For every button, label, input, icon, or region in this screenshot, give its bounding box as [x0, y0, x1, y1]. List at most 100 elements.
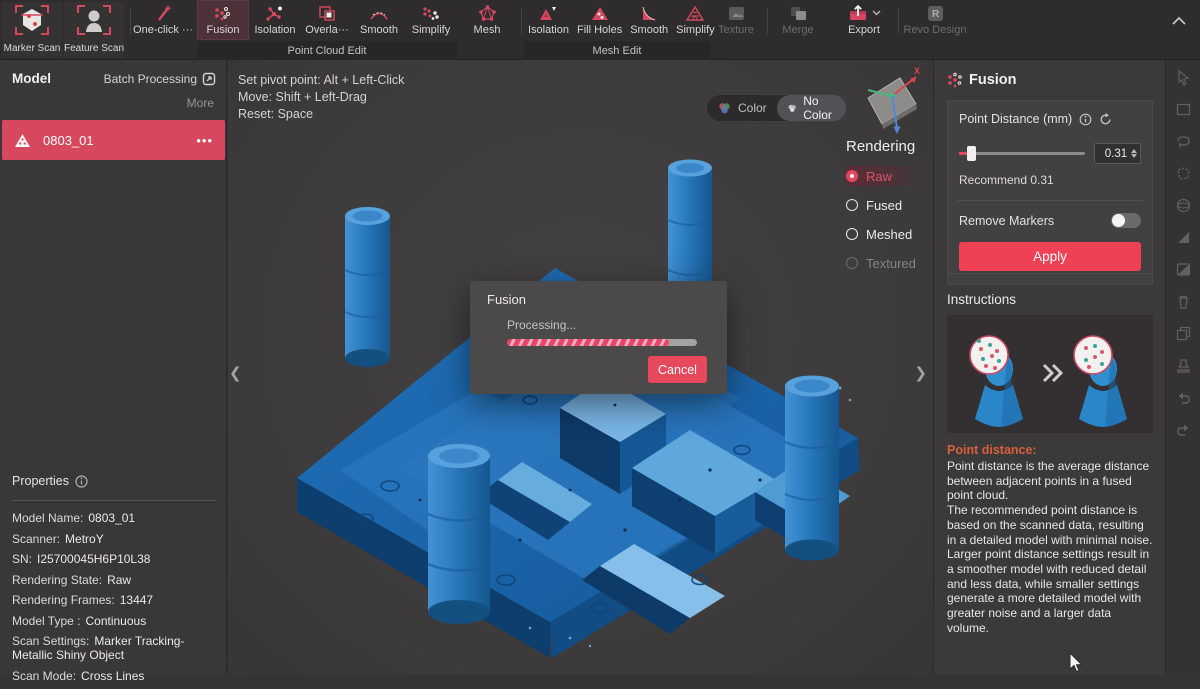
- rendering-option-fused[interactable]: Fused: [846, 195, 932, 215]
- mesh-isolation-button[interactable]: Isolation: [524, 0, 573, 40]
- fusion-panel-title: Fusion: [969, 72, 1017, 88]
- point-cloud-edit-caption: Point Cloud Edit: [197, 41, 457, 60]
- no-color-option[interactable]: No Color: [777, 95, 847, 121]
- fusion-progress-dialog: Fusion Processing... Cancel: [470, 281, 727, 394]
- description-paragraph: The recommended point distance is based …: [947, 503, 1155, 547]
- rendering-option-textured[interactable]: Textured: [846, 253, 932, 273]
- mesh-smooth-button[interactable]: Smooth: [626, 0, 672, 40]
- delete-icon[interactable]: [1175, 293, 1192, 310]
- radio-icon: [846, 199, 858, 211]
- property-row: Rendering State:Raw: [12, 573, 216, 587]
- reset-icon[interactable]: [1099, 113, 1112, 126]
- one-click-label: One-click ···: [133, 24, 193, 36]
- property-row: Scan Settings:Marker Tracking-Metallic S…: [12, 634, 216, 662]
- description-paragraph: Point distance is the average distance b…: [947, 459, 1155, 503]
- mesh-button[interactable]: Mesh: [460, 0, 514, 40]
- more-button[interactable]: More: [187, 96, 214, 110]
- cancel-button[interactable]: Cancel: [648, 356, 707, 383]
- revo-design-button[interactable]: R Revo Design: [902, 0, 968, 40]
- info-icon[interactable]: [75, 475, 88, 488]
- divider: [12, 500, 216, 501]
- remove-markers-label: Remove Markers: [959, 214, 1054, 228]
- fill-holes-button[interactable]: Fill Holes: [573, 0, 626, 40]
- slider-handle[interactable]: [967, 146, 976, 161]
- model-warning-icon: [14, 133, 31, 148]
- model-list-item[interactable]: 0803_01 •••: [2, 120, 225, 160]
- model-panel: Model Batch Processing More 0803_01 ••• …: [0, 60, 227, 675]
- property-row: Model Name:0803_01: [12, 511, 216, 525]
- progress-fill: [507, 339, 669, 346]
- export-icon: [848, 4, 868, 22]
- pc-smooth-label: Smooth: [360, 24, 398, 36]
- model-item-menu[interactable]: •••: [196, 133, 213, 148]
- radio-icon: [846, 228, 858, 240]
- info-icon[interactable]: [1079, 113, 1092, 126]
- fusion-tool-button[interactable]: Fusion: [197, 0, 249, 40]
- marker-scan-button[interactable]: Marker Scan: [2, 2, 62, 58]
- dialog-status: Processing...: [507, 318, 576, 332]
- collapse-right-panel-icon[interactable]: ❯: [914, 364, 927, 382]
- toolbar-divider: [521, 8, 522, 34]
- merge-button[interactable]: Merge: [771, 0, 825, 40]
- batch-processing-button[interactable]: Batch Processing: [104, 72, 216, 86]
- mesh-edit-group: Isolation Fill Holes Smooth: [524, 0, 710, 60]
- point-distance-heading: Point distance:: [947, 443, 1037, 457]
- fusion-settings-panel: Fusion Point Distance (mm) 0.31: [933, 60, 1165, 675]
- point-distance-input[interactable]: 0.31: [1094, 143, 1141, 164]
- hint-line: Reset: Space: [238, 106, 404, 123]
- feature-scan-label: Feature Scan: [64, 43, 124, 54]
- texture-icon: [727, 5, 746, 22]
- point-distance-description: Point distance is the average distance b…: [947, 459, 1155, 635]
- stepper-icon[interactable]: [1131, 149, 1137, 158]
- viewport-3d[interactable]: Set pivot point: Alt + Left-Click Move: …: [228, 60, 933, 675]
- overlap-button[interactable]: Overla···: [301, 0, 353, 40]
- svg-text:X: X: [914, 66, 920, 76]
- duplicate-icon[interactable]: [1175, 325, 1192, 342]
- rendering-option-raw[interactable]: Raw: [846, 166, 932, 186]
- remove-markers-toggle[interactable]: [1111, 213, 1141, 228]
- toolbar-divider: [898, 8, 899, 34]
- isolation-icon: [265, 5, 285, 22]
- property-row: Rendering Frames:13447: [12, 593, 216, 607]
- instructions-illustration: [947, 315, 1153, 433]
- recommend-label: Recommend 0.31: [959, 173, 1141, 187]
- pc-simplify-button[interactable]: Simplify: [405, 0, 457, 40]
- no-color-label: No Color: [803, 94, 836, 122]
- fusion-tool-label: Fusion: [206, 24, 239, 36]
- stamp-icon[interactable]: [1175, 357, 1192, 374]
- export-button[interactable]: Export: [834, 0, 894, 40]
- polygon-select-icon[interactable]: [1175, 165, 1192, 182]
- lasso-select-icon[interactable]: [1175, 133, 1192, 150]
- rect-select-icon[interactable]: [1175, 101, 1192, 118]
- pc-isolation-button[interactable]: Isolation: [249, 0, 301, 40]
- select-icon[interactable]: [1175, 69, 1192, 86]
- invert-selection-icon[interactable]: [1175, 261, 1192, 278]
- toolbar-divider: [130, 8, 131, 34]
- collapse-left-panel-icon[interactable]: ❮: [229, 364, 242, 382]
- redo-icon[interactable]: [1175, 421, 1192, 438]
- mesh-smooth-label: Smooth: [630, 24, 668, 36]
- color-option[interactable]: Color: [707, 95, 777, 121]
- pc-smooth-button[interactable]: Smooth: [353, 0, 405, 40]
- orientation-gizmo[interactable]: X: [850, 64, 926, 140]
- overlap-icon: [318, 5, 337, 22]
- point-distance-slider[interactable]: [959, 146, 1085, 161]
- rendering-option-meshed[interactable]: Meshed: [846, 224, 932, 244]
- chevron-down-icon: [872, 10, 881, 16]
- undo-icon[interactable]: [1175, 389, 1192, 406]
- color-icon: [717, 102, 732, 115]
- point-distance-box: Point Distance (mm) 0.31 Recommend 0.31: [947, 100, 1153, 285]
- texture-button[interactable]: Texture: [709, 0, 763, 40]
- feature-scan-button[interactable]: Feature Scan: [64, 2, 124, 58]
- triangle-select-icon[interactable]: [1175, 229, 1192, 246]
- smooth-icon: [369, 5, 389, 22]
- properties-section: Properties Model Name:0803_01 Scanner:Me…: [12, 474, 216, 689]
- sphere-select-icon[interactable]: [1175, 197, 1192, 214]
- apply-button[interactable]: Apply: [959, 242, 1141, 271]
- revo-design-icon: R: [926, 5, 945, 22]
- collapse-toolbar-icon[interactable]: [1172, 16, 1186, 26]
- texture-label: Texture: [718, 24, 754, 36]
- scan-model-render: [270, 150, 910, 670]
- one-click-button[interactable]: One-click ···: [132, 0, 194, 40]
- simplify-icon: [421, 5, 441, 22]
